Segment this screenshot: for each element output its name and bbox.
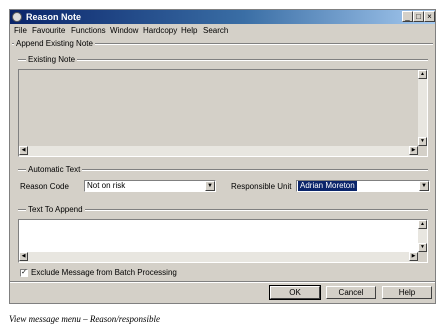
window-title: Reason Note [26, 12, 82, 22]
reason-code-value: Not on risk [87, 181, 126, 190]
menu-file[interactable]: File [14, 25, 27, 36]
existing-note-hscroll[interactable]: ◀ ▶ [19, 146, 418, 156]
reason-code-select[interactable]: Not on risk ▼ [84, 180, 216, 192]
menu-help[interactable]: Help [181, 25, 197, 36]
help-button[interactable]: Help [382, 286, 432, 299]
scroll-down-icon[interactable]: ▼ [418, 243, 427, 252]
responsible-unit-label: Responsible Unit [231, 182, 292, 191]
text-to-append-input[interactable]: ▲ ▼ ◀ ▶ [18, 219, 428, 263]
maximize-button[interactable]: □ [413, 11, 424, 22]
append-existing-note-label: Append Existing Note [14, 39, 95, 49]
menu-functions[interactable]: Functions [71, 25, 106, 36]
responsible-unit-select[interactable]: Adrian Moreton ▼ [296, 180, 430, 192]
ok-button[interactable]: OK [269, 285, 321, 300]
figure-caption: View message menu – Reason/responsible [9, 314, 160, 324]
close-button[interactable]: × [424, 11, 435, 22]
reason-code-label: Reason Code [20, 182, 69, 191]
menu-window[interactable]: Window [110, 25, 138, 36]
scroll-corner [418, 146, 427, 156]
append-hscroll[interactable]: ◀ ▶ [19, 252, 418, 262]
exclude-checkbox[interactable]: ✓ [20, 269, 28, 277]
scroll-up-icon[interactable]: ▲ [418, 70, 427, 79]
reason-note-window: Reason Note _ □ × File Favourite Functio… [9, 9, 436, 304]
title-bar: Reason Note _ □ × [10, 10, 435, 24]
text-to-append-label: Text To Append [26, 205, 85, 215]
existing-note-line [18, 59, 428, 61]
menu-search[interactable]: Search [203, 25, 228, 36]
menu-hardcopy[interactable]: Hardcopy [143, 25, 177, 36]
scroll-right-icon[interactable]: ▶ [409, 252, 418, 261]
app-icon [12, 12, 22, 22]
exclude-checkbox-label: Exclude Message from Batch Processing [31, 268, 177, 277]
existing-note-vscroll[interactable]: ▲ ▼ [418, 70, 427, 146]
menu-bar: File Favourite Functions Window Hardcopy… [10, 24, 435, 37]
existing-note-label: Existing Note [26, 55, 78, 65]
chevron-down-icon[interactable]: ▼ [419, 181, 429, 191]
chevron-down-icon[interactable]: ▼ [205, 181, 215, 191]
scroll-corner [418, 252, 427, 262]
scroll-down-icon[interactable]: ▼ [418, 137, 427, 146]
minimize-button[interactable]: _ [402, 11, 413, 22]
menu-favourite[interactable]: Favourite [32, 25, 65, 36]
footer-separator [10, 281, 435, 283]
cancel-button[interactable]: Cancel [326, 286, 376, 299]
existing-note-area[interactable]: ▲ ▼ ◀ ▶ [18, 69, 428, 157]
scroll-left-icon[interactable]: ◀ [19, 146, 28, 155]
responsible-unit-value: Adrian Moreton [298, 181, 357, 191]
scroll-left-icon[interactable]: ◀ [19, 252, 28, 261]
scroll-right-icon[interactable]: ▶ [409, 146, 418, 155]
append-vscroll[interactable]: ▲ ▼ [418, 220, 427, 252]
automatic-text-label: Automatic Text [26, 165, 83, 175]
scroll-up-icon[interactable]: ▲ [418, 220, 427, 229]
